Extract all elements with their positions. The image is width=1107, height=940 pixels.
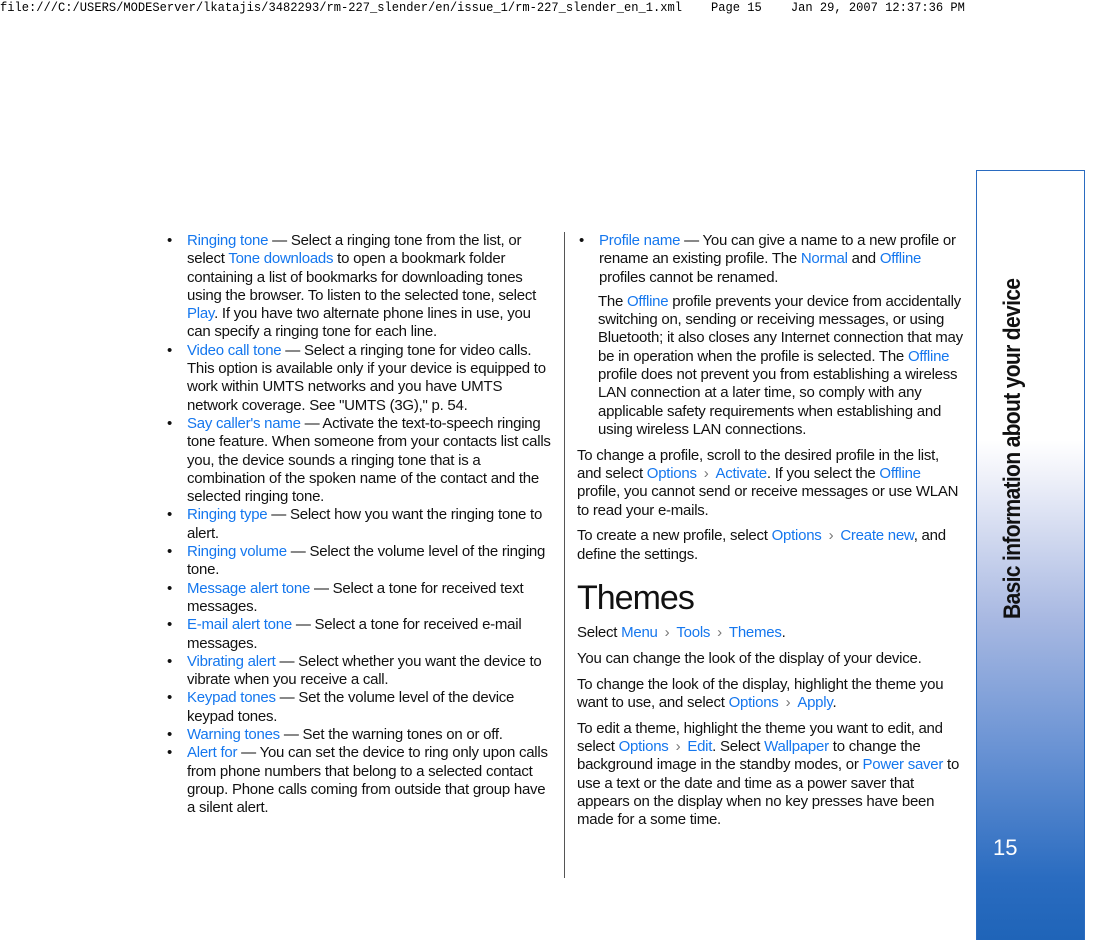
link[interactable]: Options <box>772 527 822 544</box>
paragraph: Select Menu › Tools › Themes. <box>577 624 966 642</box>
section-heading-themes: Themes <box>577 579 695 618</box>
link[interactable]: Vibrating alert <box>187 653 276 670</box>
link[interactable]: Offline <box>908 348 950 365</box>
breadcrumb-separator-icon: › <box>664 624 670 642</box>
link[interactable]: Message alert tone <box>187 580 310 597</box>
list-item: Warning tones — Set the warning tones on… <box>165 726 555 745</box>
left-column: Ringing tone — Select a ringing tone fro… <box>165 232 555 818</box>
text: profiles cannot be renamed. <box>599 268 779 286</box>
list-item: Ringing volume — Select the volume level… <box>165 543 555 580</box>
link[interactable]: Offline <box>627 293 669 310</box>
text: . Select <box>712 738 765 756</box>
link[interactable]: Offline <box>880 250 922 267</box>
list-item: Ringing type — Select how you want the r… <box>165 506 555 543</box>
column-divider <box>564 232 565 878</box>
link[interactable]: Options <box>647 465 697 482</box>
list-item: Alert for — You can set the device to ri… <box>165 744 555 817</box>
page-number: 15 <box>993 835 1018 860</box>
link[interactable]: Ringing tone <box>187 232 268 249</box>
list-item: Video call tone — Select a ringing tone … <box>165 342 555 415</box>
link[interactable]: Offline <box>879 465 921 482</box>
text: . If you select the <box>766 465 880 483</box>
link[interactable]: Power saver <box>863 756 944 773</box>
list-item: Keypad tones — Set the volume level of t… <box>165 689 555 726</box>
text: . <box>781 624 786 642</box>
link[interactable]: Wallpaper <box>764 738 829 755</box>
text: profile, you cannot send or receive mess… <box>577 483 959 519</box>
breadcrumb-separator-icon: › <box>675 738 681 756</box>
link[interactable]: Activate <box>716 465 768 482</box>
link[interactable]: Warning tones <box>187 726 280 743</box>
link[interactable]: Create new <box>840 527 914 544</box>
link[interactable]: Alert for <box>187 744 238 761</box>
paragraph: To edit a theme, highlight the theme you… <box>577 720 966 830</box>
text: . If you have two alternate phone lines … <box>187 305 531 341</box>
paragraph: To change a profile, scroll to the desir… <box>577 447 966 520</box>
breadcrumb-separator-icon: › <box>785 693 791 711</box>
link[interactable]: Options <box>729 694 779 711</box>
link[interactable]: Edit <box>687 738 712 755</box>
list-item: Ringing tone — Select a ringing tone fro… <box>165 232 555 342</box>
paragraph: To create a new profile, select Options ›… <box>577 527 966 564</box>
text: and <box>847 250 880 268</box>
breadcrumb-separator-icon: › <box>828 527 834 545</box>
list-item: E-mail alert tone — Select a tone for re… <box>165 616 555 653</box>
link[interactable]: Apply <box>797 694 832 711</box>
text: — You can set the device to ring only up… <box>187 744 548 817</box>
list-item: Say caller's name — Activate the text-to… <box>165 415 555 506</box>
text: — Set the warning tones on or off. <box>279 726 503 744</box>
text: profile does not prevent you from establ… <box>598 366 958 438</box>
link[interactable]: Tone downloads <box>228 250 333 267</box>
text: To create a new profile, select <box>577 527 772 545</box>
list-item: Vibrating alert — Select whether you wan… <box>165 653 555 690</box>
breadcrumb-separator-icon: › <box>717 624 722 642</box>
profile-paragraphs: To change a profile, scroll to the desir… <box>577 447 966 564</box>
paragraph: You can change the look of the display o… <box>577 650 966 668</box>
link[interactable]: Keypad tones <box>187 689 276 706</box>
offline-note: The Offline profile prevents your device… <box>577 293 966 439</box>
link[interactable]: Say caller's name <box>187 415 301 432</box>
link[interactable]: Tools <box>676 624 710 641</box>
link[interactable]: Themes <box>729 624 782 641</box>
list-item: Profile name — You can give a name to a … <box>577 232 966 287</box>
settings-list: Ringing tone — Select a ringing tone fro… <box>165 232 555 818</box>
link[interactable]: Ringing type <box>187 506 268 523</box>
chapter-title: Basic information about your device <box>999 278 1026 619</box>
breadcrumb-separator-icon: › <box>703 465 709 483</box>
link[interactable]: Ringing volume <box>187 543 287 560</box>
text: The <box>598 292 628 310</box>
list-item: Message alert tone — Select a tone for r… <box>165 580 555 617</box>
link[interactable]: Normal <box>801 250 848 267</box>
chapter-tab: Basic information about your device 15 <box>976 170 1085 940</box>
link[interactable]: Options <box>619 738 669 755</box>
link[interactable]: Profile name <box>599 232 680 249</box>
link[interactable]: E-mail alert tone <box>187 616 292 633</box>
right-column: Profile name — You can give a name to a … <box>577 232 966 837</box>
link[interactable]: Play <box>187 305 214 322</box>
paragraph: To change the look of the display, highl… <box>577 676 966 713</box>
text: Select <box>577 624 622 642</box>
text: You can change the look of the display o… <box>577 649 922 667</box>
link[interactable]: Menu <box>621 624 658 641</box>
link[interactable]: Video call tone <box>187 342 282 359</box>
print-header: file:///C:/USERS/MODEServer/lkatajis/348… <box>0 0 965 15</box>
themes-paragraphs: Select Menu › Tools › Themes. You can change … <box>577 624 966 829</box>
text: . <box>832 693 837 711</box>
